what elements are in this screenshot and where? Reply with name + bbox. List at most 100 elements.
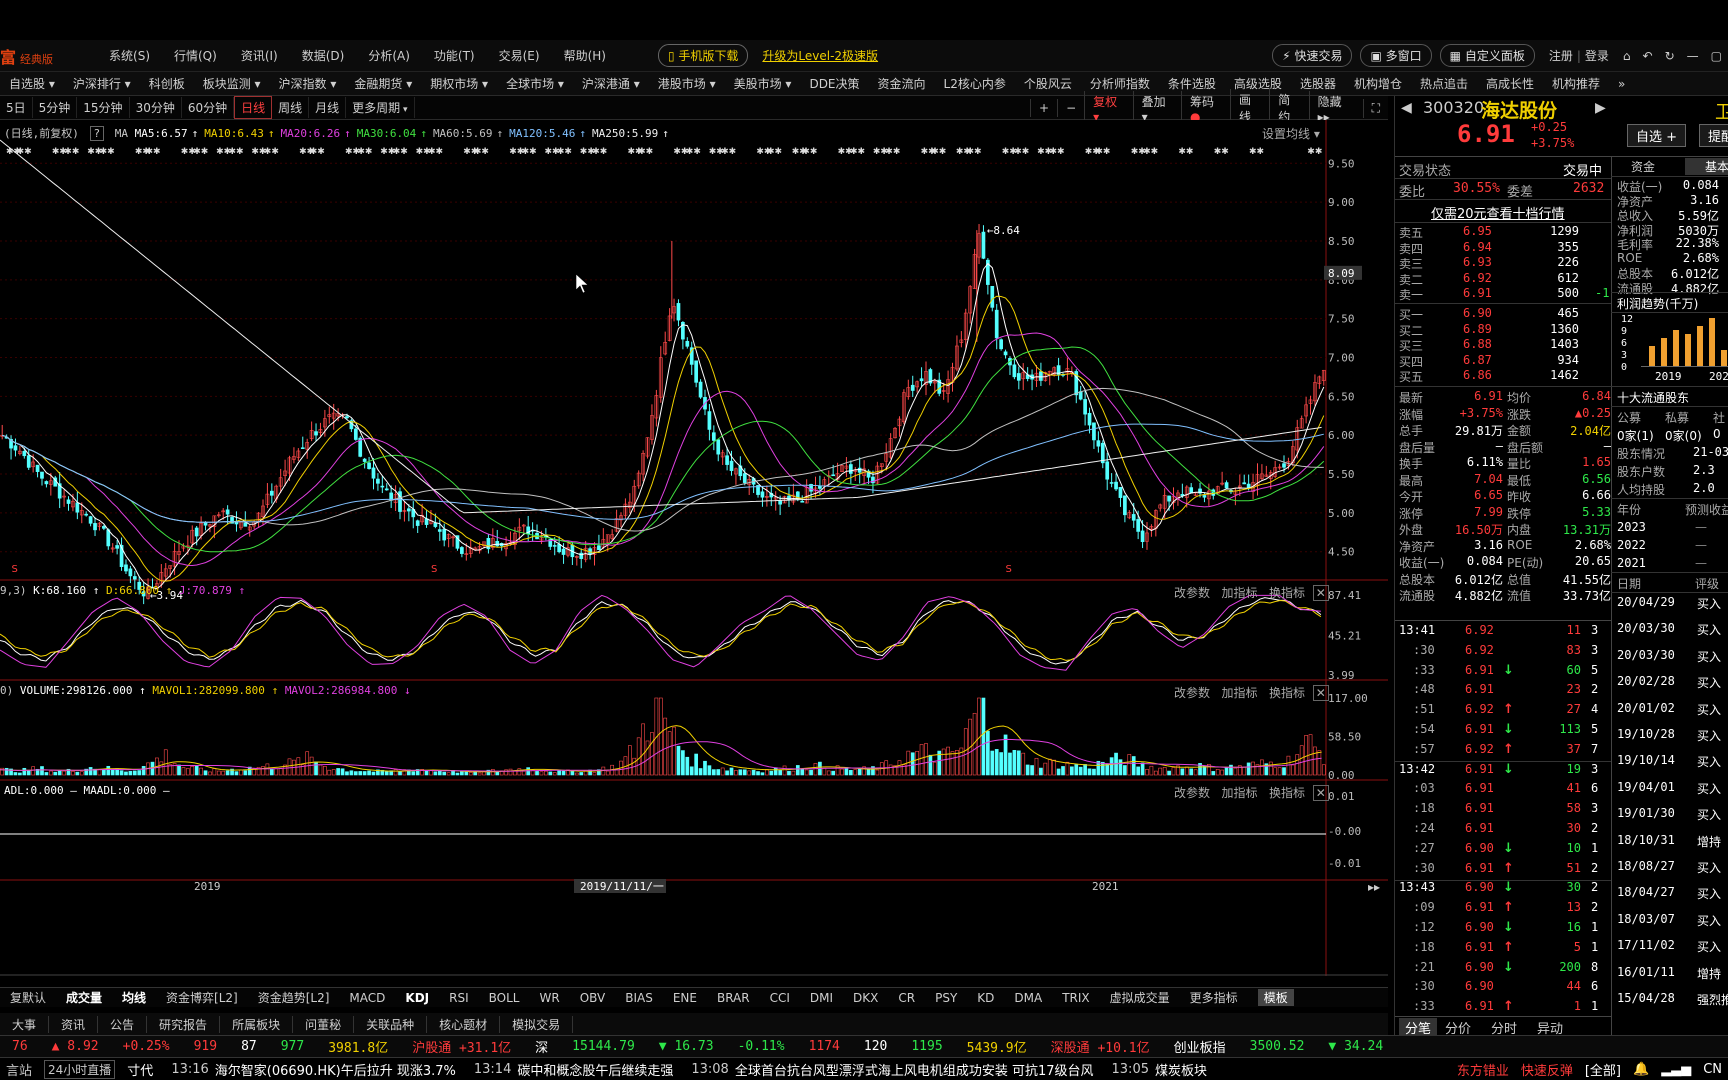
kdj-add-indicator[interactable]: 加指标 <box>1221 586 1257 600</box>
tab-fund[interactable]: 资金 <box>1631 158 1655 175</box>
indicator-tab[interactable]: 成交量 <box>66 989 102 1006</box>
period-tab[interactable]: 15分钟 <box>77 97 130 118</box>
next-stock-icon[interactable]: ▶ <box>1595 100 1606 116</box>
indicator-tab[interactable]: 资金博弈[L2] <box>166 989 238 1006</box>
nav-item[interactable]: 个股风云 <box>1024 75 1072 92</box>
adl-switch-indicator[interactable]: 换指标 <box>1269 786 1305 800</box>
info-tab[interactable]: 大事 <box>0 1015 50 1033</box>
indicator-tab[interactable]: BRAR <box>717 991 750 1005</box>
kdj-change-param[interactable]: 改参数 <box>1174 586 1210 600</box>
nav-item[interactable]: 全球市场 ▾ <box>506 75 564 92</box>
indicator-tab[interactable]: CR <box>898 991 915 1005</box>
nav-item[interactable]: 科创板 <box>149 75 185 92</box>
indicator-tab[interactable]: KD <box>977 991 994 1005</box>
indicator-tab[interactable]: KDJ <box>405 991 429 1005</box>
period-tab[interactable]: 日线 <box>234 96 273 119</box>
info-tab[interactable]: 关联品种 <box>354 1015 428 1033</box>
indicator-tab[interactable]: BIAS <box>625 991 653 1005</box>
period-tab[interactable]: 30分钟 <box>130 97 182 118</box>
indicator-tab[interactable]: CCI <box>770 991 790 1005</box>
nav-item[interactable]: 板块监测 ▾ <box>203 75 261 92</box>
mobile-download-button[interactable]: ▯ 手机版下载 <box>657 44 749 67</box>
minimize-icon[interactable]: — <box>1687 49 1699 63</box>
login-link[interactable]: 登录 <box>1585 47 1609 64</box>
period-tab[interactable]: 更多周期 <box>346 97 415 118</box>
close-icon[interactable]: ✕ <box>1312 685 1329 701</box>
broker-link[interactable]: 东方错业 <box>1457 1060 1509 1079</box>
news-headline[interactable]: 全球首台抗台风型漂浮式海上风电机组成功安装 可抗17级台风 <box>735 1060 1094 1079</box>
info-tab[interactable]: 所属板块 <box>220 1015 294 1033</box>
multi-window-button[interactable]: ▣ 多窗口 <box>1360 44 1432 67</box>
close-icon[interactable]: ✕ <box>1312 785 1329 801</box>
indicator-tab[interactable]: 复默认 <box>10 989 46 1006</box>
quick-rebound[interactable]: 快速反弹 <box>1521 1060 1573 1079</box>
news-headline[interactable]: 海尔智家(06690.HK)午后拉升 现涨3.7% <box>215 1060 456 1079</box>
info-tab[interactable]: 模拟交易 <box>500 1015 574 1033</box>
maximize-icon[interactable]: ▢ <box>1711 49 1722 63</box>
nav-item[interactable]: 港股市场 ▾ <box>658 75 716 92</box>
zoom-out-button[interactable]: − <box>1057 99 1084 117</box>
nav-item[interactable]: L2核心内参 <box>944 75 1006 92</box>
custom-panel-button[interactable]: ▦ 自定义面板 <box>1439 44 1535 67</box>
news-all[interactable]: [全部] <box>1585 1060 1621 1079</box>
indicator-tab[interactable]: PSY <box>935 991 957 1005</box>
period-tab[interactable]: 月线 <box>309 97 347 118</box>
fullscreen-icon[interactable]: ⛶ <box>1362 98 1388 118</box>
indicator-tab[interactable]: DMI <box>810 991 833 1005</box>
nav-item[interactable]: 机构增仓 <box>1354 75 1402 92</box>
nav-item[interactable]: 美股市场 ▾ <box>734 75 792 92</box>
menu-data[interactable]: 数据(D) <box>302 47 345 64</box>
menu-trade[interactable]: 交易(E) <box>499 47 540 64</box>
info-tab[interactable]: 公告 <box>98 1015 148 1033</box>
alert-button[interactable]: 提醒 <box>1699 124 1728 147</box>
nav-item[interactable]: DDE决策 <box>809 75 859 92</box>
tab-basic[interactable]: 基本 <box>1685 158 1728 175</box>
chart-area[interactable]: 9.50 9.00 8.50 8.00 7.50 7.00 6.50 6.00 5.50 5.00… <box>0 120 1518 976</box>
nav-item[interactable]: » <box>1618 77 1625 91</box>
news-headline[interactable]: 煤炭板块 <box>1155 1060 1207 1079</box>
indicator-tab[interactable]: WR <box>539 991 559 1005</box>
kdj-switch-indicator[interactable]: 换指标 <box>1269 586 1305 600</box>
bell-icon[interactable]: 🔔 <box>1633 1062 1649 1077</box>
nav-item[interactable]: 自选股 ▾ <box>9 75 55 92</box>
quick-trade-button[interactable]: ⚡ 快速交易 <box>1272 44 1353 67</box>
indicator-tab[interactable]: DMA <box>1014 991 1042 1005</box>
nav-item[interactable]: 分析师指数 <box>1090 75 1150 92</box>
register-link[interactable]: 注册 <box>1549 47 1573 64</box>
menu-system[interactable]: 系统(S) <box>109 47 150 64</box>
nav-item[interactable]: 沪深指数 ▾ <box>279 75 337 92</box>
add-watchlist-button[interactable]: 自选 + <box>1627 124 1687 147</box>
menu-info[interactable]: 资讯(I) <box>241 47 278 64</box>
ma-settings[interactable]: 设置均线 ▾ <box>1262 125 1320 142</box>
indicator-tab[interactable]: RSI <box>449 991 469 1005</box>
news-headline[interactable]: 寸代 <box>127 1060 153 1079</box>
indicator-tab[interactable]: ENE <box>673 991 697 1005</box>
info-tab[interactable]: 研究报告 <box>147 1015 221 1033</box>
indicator-tab[interactable]: BOLL <box>489 991 520 1005</box>
period-tab[interactable]: 5日 <box>0 97 33 118</box>
vol-change-param[interactable]: 改参数 <box>1174 686 1210 700</box>
live-tab[interactable]: 24小时直播 <box>44 1059 116 1079</box>
nav-item[interactable]: 沪深港通 ▾ <box>582 75 640 92</box>
menu-analysis[interactable]: 分析(A) <box>368 47 410 64</box>
indicator-tab[interactable]: 模板 <box>1257 989 1294 1006</box>
indicator-tab[interactable]: 更多指标 <box>1190 989 1238 1006</box>
menu-help[interactable]: 帮助(H) <box>564 47 606 64</box>
nav-item[interactable]: 沪深排行 ▾ <box>73 75 131 92</box>
nav-item[interactable]: 高成长性 <box>1486 75 1534 92</box>
indicator-tab[interactable]: 均线 <box>122 989 146 1006</box>
news-headline[interactable]: 碳中和概念股午后继续走强 <box>517 1060 673 1079</box>
kline-chart-svg[interactable]: 9.509.008.508.007.507.006.506.005.505.00… <box>0 120 1518 976</box>
help-icon[interactable]: ? <box>89 126 105 141</box>
nav-item[interactable]: 金融期货 ▾ <box>354 75 412 92</box>
level2-promo-link[interactable]: 仅需20元查看十档行情 <box>1431 203 1565 222</box>
upgrade-link[interactable]: 升级为Level-2极速版 <box>762 47 878 64</box>
back-icon[interactable]: ↶ <box>1643 49 1653 63</box>
home-icon[interactable]: ⌂ <box>1623 49 1631 63</box>
info-tab[interactable]: 核心题材 <box>427 1015 501 1033</box>
menu-quote[interactable]: 行情(Q) <box>174 47 217 64</box>
period-tab[interactable]: 5分钟 <box>33 97 78 118</box>
close-icon[interactable]: ✕ <box>1312 585 1329 601</box>
nav-item[interactable]: 机构推荐 <box>1552 75 1600 92</box>
indicator-tab[interactable]: OBV <box>580 991 606 1005</box>
